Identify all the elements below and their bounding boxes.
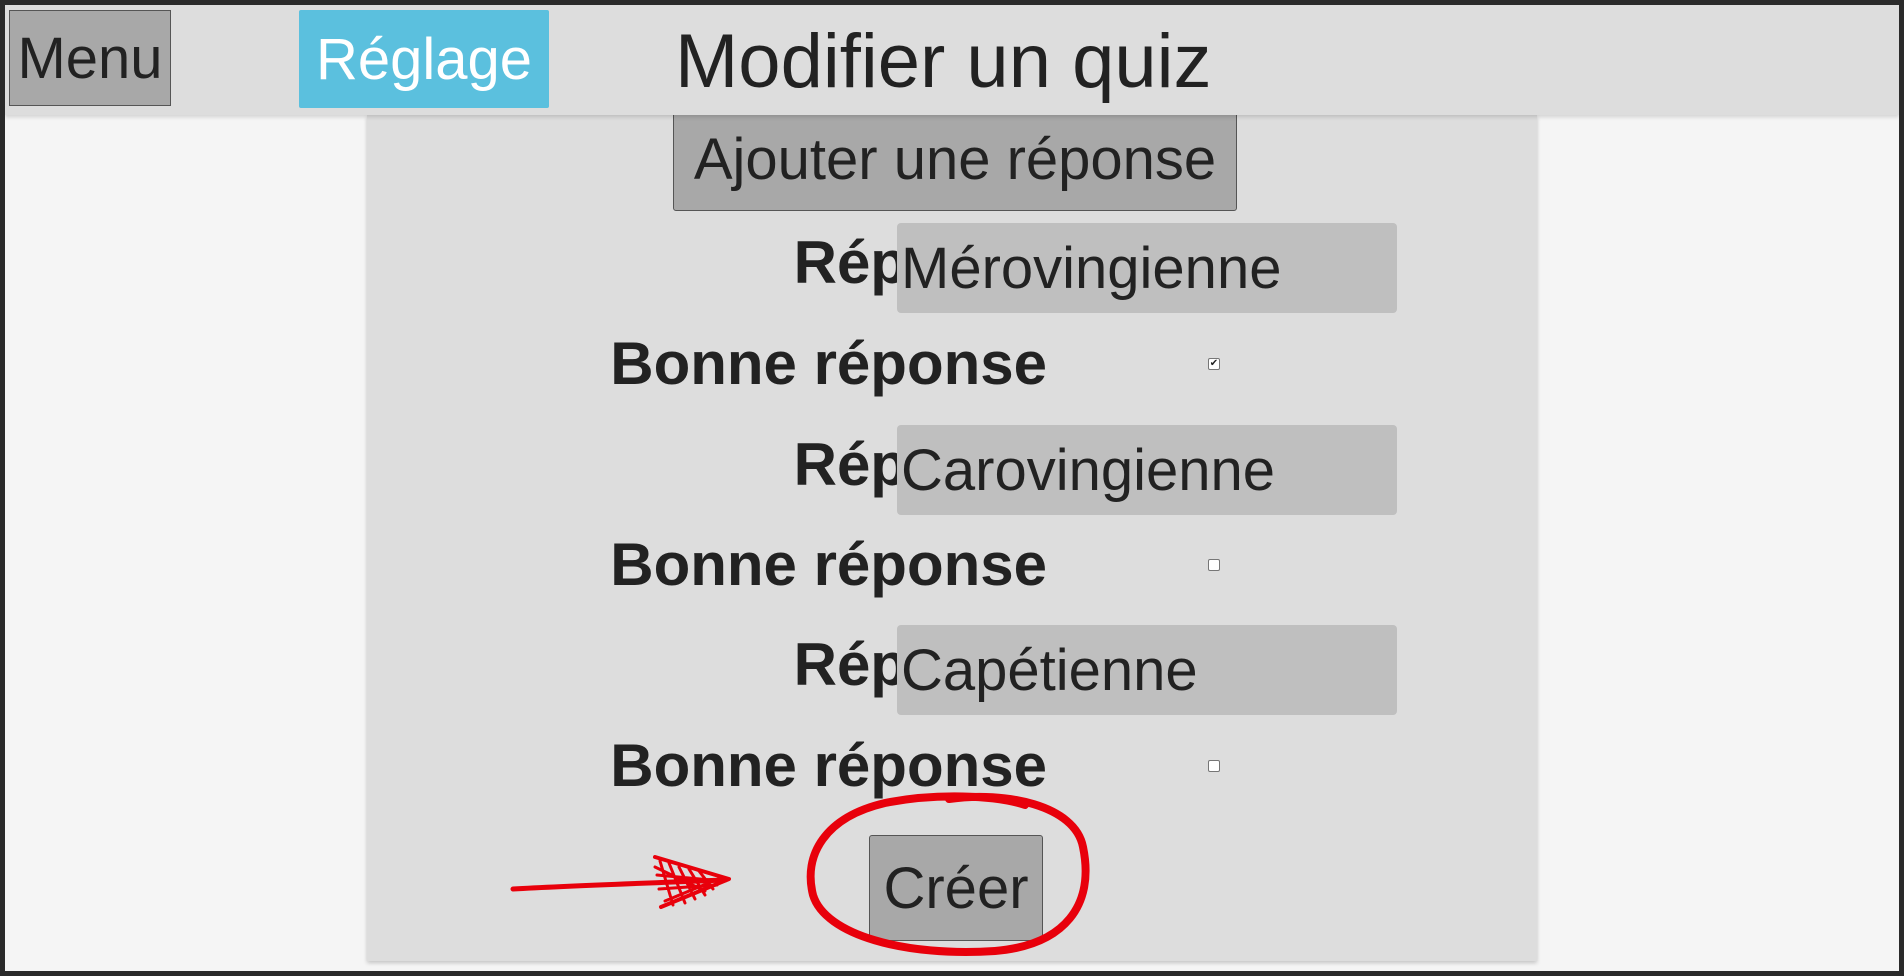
app-window: Menu Réglage Modifier un quiz Ajouter un… — [5, 5, 1899, 971]
correct-label-2: Bonne réponse — [610, 531, 1047, 598]
correct-checkbox-3[interactable] — [1208, 760, 1220, 772]
correct-label-1: Bonne réponse — [610, 330, 1047, 397]
menu-button[interactable]: Menu — [9, 10, 171, 106]
answer-input-3[interactable]: Capétienne — [897, 625, 1397, 715]
create-button[interactable]: Créer — [869, 835, 1043, 941]
settings-button[interactable]: Réglage — [299, 10, 549, 108]
correct-checkbox-2[interactable] — [1208, 559, 1220, 571]
correct-checkbox-1[interactable]: ✔ — [1208, 358, 1220, 370]
top-bar: Menu Réglage Modifier un quiz — [5, 5, 1899, 115]
add-answer-button[interactable]: Ajouter une réponse — [673, 107, 1237, 211]
answer-input-2[interactable]: Carovingienne — [897, 425, 1397, 515]
quiz-form-panel: Ajouter une réponse Réponse Mérovingienn… — [367, 107, 1537, 961]
answer-input-1[interactable]: Mérovingienne — [897, 223, 1397, 313]
page-title: Modifier un quiz — [675, 19, 1212, 104]
correct-label-3: Bonne réponse — [610, 732, 1047, 799]
